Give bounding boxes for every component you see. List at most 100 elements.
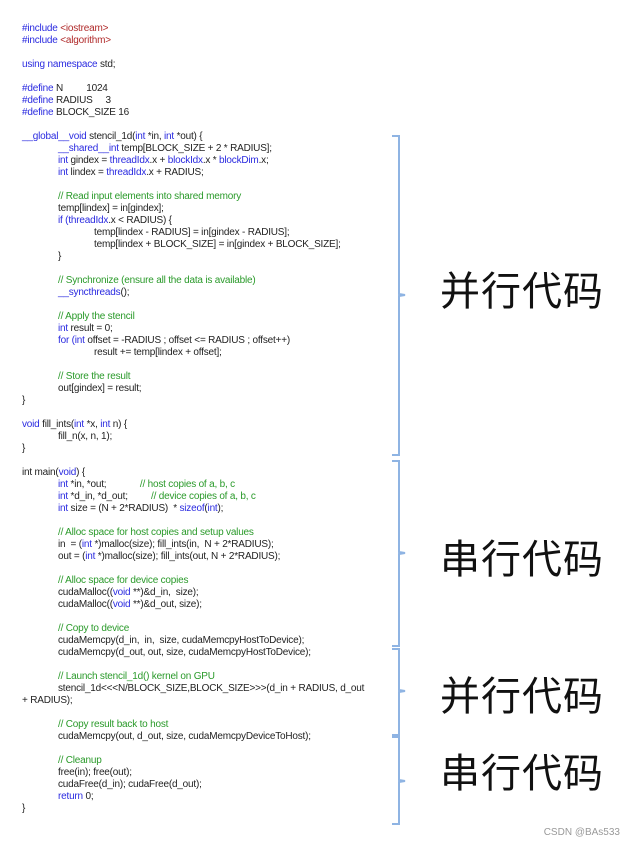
- code-comment: // Copy result back to host: [58, 719, 169, 730]
- code-text: }: [58, 251, 62, 262]
- code-text: .x;: [258, 155, 269, 166]
- code-text: *in, *out;: [70, 479, 140, 490]
- code-line: temp[lindex] = in[gindex];: [22, 203, 364, 215]
- code-line: stencil_1d<<<N/BLOCK_SIZE,BLOCK_SIZE>>>(…: [22, 683, 364, 695]
- bracket-parallel-2: [392, 648, 412, 737]
- code-keyword: threadIdx: [106, 167, 147, 178]
- code-line: out[gindex] = result;: [22, 383, 364, 395]
- code-comment: // Apply the stencil: [58, 311, 135, 322]
- code-line: // Synchronize (ensure all the data is a…: [22, 275, 364, 287]
- code-text: ) {: [76, 467, 85, 478]
- code-line: // Launch stencil_1d() kernel on GPU: [22, 671, 364, 683]
- brace-icon: [392, 135, 406, 456]
- code-line: }: [22, 443, 364, 455]
- code-keyword: int: [58, 491, 71, 502]
- code-text: *d_in, *d_out;: [70, 491, 152, 502]
- code-keyword: using namespace: [22, 59, 100, 70]
- code-text: temp[lindex + BLOCK_SIZE] = in[gindex + …: [94, 239, 341, 250]
- code-keyword: int: [58, 479, 71, 490]
- brace-icon: [392, 648, 406, 736]
- code-keyword: void: [112, 587, 133, 598]
- code-text: cudaFree(d_in); cudaFree(d_out);: [58, 779, 202, 790]
- code-comment: // Synchronize (ensure all the data is a…: [58, 275, 256, 286]
- code-text: n) {: [112, 419, 127, 430]
- code-line: temp[lindex - RADIUS] = in[gindex - RADI…: [22, 227, 364, 239]
- code-keyword: int: [85, 551, 98, 562]
- code-text: .x +: [149, 155, 168, 166]
- bracket-serial-1: [392, 460, 412, 648]
- code-keyword: int: [81, 539, 95, 550]
- code-text: gindex =: [70, 155, 110, 166]
- code-line: int lindex = threadIdx.x + RADIUS;: [22, 167, 364, 179]
- watermark: CSDN @BAs533: [543, 827, 620, 838]
- code-line: result += temp[lindex + offset];: [22, 347, 364, 359]
- code-text: fill_n(x, n, 1);: [58, 431, 113, 442]
- code-text: );: [217, 503, 224, 514]
- code-keyword: int: [74, 419, 87, 430]
- code-text: + RADIUS);: [22, 695, 73, 706]
- code-line: temp[lindex + BLOCK_SIZE] = in[gindex + …: [22, 239, 364, 251]
- code-line: // Store the result: [22, 371, 364, 383]
- code-line: out = (int *)malloc(size); fill_ints(out…: [22, 551, 364, 563]
- code-keyword: int: [58, 155, 71, 166]
- code-text: }: [22, 395, 26, 406]
- code-keyword: int: [207, 503, 218, 514]
- code-line: int *in, *out; // host copies of a, b, c: [22, 479, 364, 491]
- code-line: free(in); free(out);: [22, 767, 364, 779]
- code-keyword: #include: [22, 35, 61, 46]
- code-text: .x + RADIUS;: [146, 167, 204, 178]
- code-line: return 0;: [22, 791, 364, 803]
- code-text: **)&d_out, size);: [132, 599, 202, 610]
- code-line: // Apply the stencil: [22, 311, 364, 323]
- code-text: ();: [120, 287, 130, 298]
- code-text: std;: [99, 59, 116, 70]
- code-line: int result = 0;: [22, 323, 364, 335]
- code-text: stencil_1d(: [89, 131, 136, 142]
- label-serial-2: 串行代码: [440, 751, 604, 797]
- code-line: }: [22, 395, 364, 407]
- code-keyword: int: [58, 503, 71, 514]
- code-text: .x < RADIUS) {: [108, 215, 172, 226]
- code-text: *)malloc(size); fill_ints(out, N + 2*RAD…: [97, 551, 281, 562]
- code-comment: // Launch stencil_1d() kernel on GPU: [58, 671, 215, 682]
- code-text: }: [22, 803, 26, 814]
- code-text: *x,: [86, 419, 101, 430]
- code-text: fill_ints(: [42, 419, 75, 430]
- code-keyword: #define: [22, 83, 56, 94]
- code-keyword: threadIdx: [109, 155, 150, 166]
- code-text: main(: [34, 467, 59, 478]
- brace-icon: [392, 736, 406, 825]
- code-text: temp[BLOCK_SIZE + 2 * RADIUS];: [121, 143, 272, 154]
- code-comment: // Store the result: [58, 371, 131, 382]
- code-keyword: int: [164, 131, 177, 142]
- code-text: out[gindex] = result;: [58, 383, 142, 394]
- code-text: cudaMemcpy(out, d_out, size, cudaMemcpyD…: [58, 731, 311, 742]
- code-comment: // Alloc space for host copies and setup…: [58, 527, 254, 538]
- code-line: cudaFree(d_in); cudaFree(d_out);: [22, 779, 364, 791]
- code-keyword: void: [58, 467, 77, 478]
- code-text: offset = -RADIUS ; offset <= RADIUS ; of…: [87, 335, 290, 346]
- code-text: BLOCK_SIZE 16: [56, 107, 129, 118]
- code-line: int *d_in, *d_out; // device copies of a…: [22, 491, 364, 503]
- code-text: cudaMemcpy(d_in, in, size, cudaMemcpyHos…: [58, 635, 305, 646]
- code-line: __global__void stencil_1d(int *in, int *…: [22, 131, 364, 143]
- code-text: cudaMalloc((: [58, 599, 113, 610]
- code-text: cudaMalloc((: [58, 587, 113, 598]
- code-line: int size = (N + 2*RADIUS) * sizeof(int);: [22, 503, 364, 515]
- code-text: lindex =: [70, 167, 107, 178]
- code-keyword: __shared__int: [58, 143, 122, 154]
- code-line: if (threadIdx.x < RADIUS) {: [22, 215, 364, 227]
- label-serial-1: 串行代码: [440, 537, 604, 583]
- code-line: // Alloc space for host copies and setup…: [22, 527, 364, 539]
- code-keyword: if (: [58, 215, 69, 226]
- code-text: 0;: [85, 791, 94, 802]
- code-line: int gindex = threadIdx.x + blockIdx.x * …: [22, 155, 364, 167]
- bracket-parallel-1: [392, 135, 412, 457]
